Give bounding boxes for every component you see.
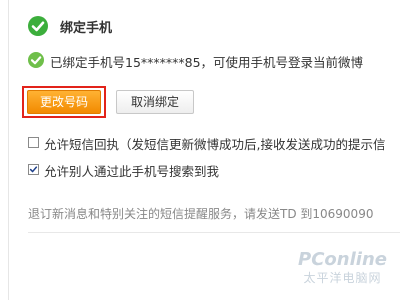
allow-search-label: 允许别人通过此手机号搜索到我 (44, 164, 220, 179)
phone-binding-panel: 绑定手机 已绑定手机号15*******85，可使用手机号登录当前微博 更改号码… (0, 0, 400, 300)
pconline-watermark: PConline 太平洋电脑网 (290, 250, 395, 292)
sms-receipt-label: 允许短信回执（发短信更新微博成功后,接收发送成功的提示信 (44, 137, 386, 152)
unbind-button[interactable]: 取消绑定 (116, 90, 194, 114)
watermark-subtitle: 太平洋电脑网 (303, 271, 382, 285)
divider (28, 232, 400, 233)
panel-border (8, 0, 9, 300)
binding-status-text: 已绑定手机号15*******85，可使用手机号登录当前微博 (50, 55, 364, 70)
status-check-icon (28, 52, 44, 68)
check-circle-icon (28, 16, 48, 36)
change-number-button[interactable]: 更改号码 (27, 90, 101, 114)
sms-receipt-checkbox[interactable] (28, 137, 39, 148)
allow-search-checkbox[interactable] (28, 164, 39, 175)
section-title: 绑定手机 (60, 21, 113, 36)
watermark-logo: PConline (298, 249, 387, 270)
unsubscribe-info-text: 退订新消息和特别关注的短信提醒服务，请发送TD 到10690090 (28, 207, 374, 221)
